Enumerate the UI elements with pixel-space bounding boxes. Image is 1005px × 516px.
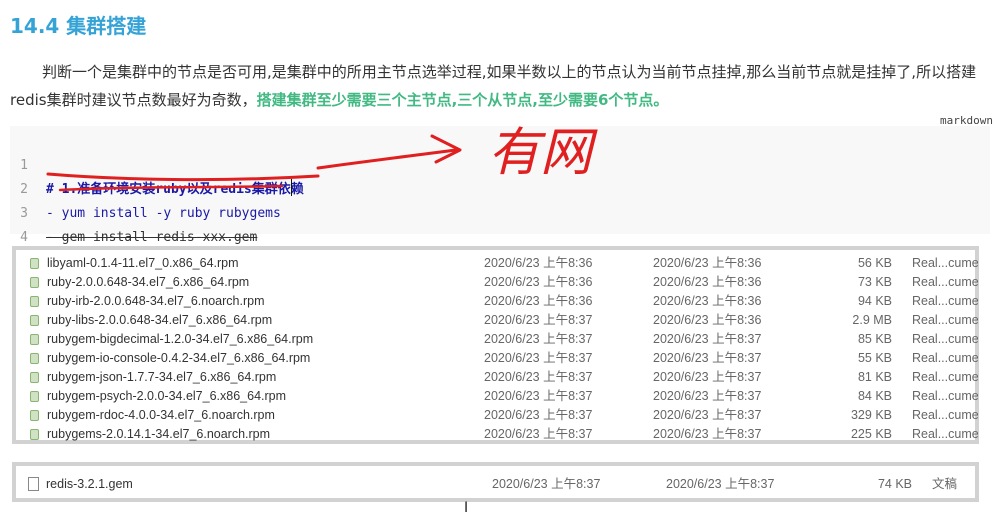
file-kind: 文稿 bbox=[932, 477, 958, 491]
file-modified: 2020/6/23 上午8:37 bbox=[484, 332, 593, 346]
file-row[interactable]: rubygem-psych-2.0.0-34.el7_6.x86_64.rpm 2… bbox=[16, 387, 978, 406]
code-text: - yum install -y ruby rubygems bbox=[46, 206, 281, 221]
file-name: ruby-2.0.0.648-34.el7_6.x86_64.rpm bbox=[47, 275, 250, 289]
file-size: 225 KB bbox=[850, 427, 892, 441]
file-kind: Real...cume bbox=[912, 313, 978, 327]
file-row[interactable]: ruby-irb-2.0.0.648-34.el7_6.noarch.rpm 20… bbox=[16, 292, 978, 311]
file-name: rubygem-bigdecimal-1.2.0-34.el7_6.x86_64… bbox=[47, 332, 314, 346]
rpm-file-icon bbox=[30, 353, 39, 364]
file-name: ruby-libs-2.0.0.648-34.el7_6.x86_64.rpm bbox=[47, 313, 273, 327]
rpm-file-icon bbox=[30, 258, 39, 269]
rpm-file-icon bbox=[30, 391, 39, 402]
file-row[interactable]: redis-3.2.1.gem 2020/6/23 上午8:37 2020/6/… bbox=[16, 474, 975, 494]
file-size: 94 KB bbox=[857, 294, 892, 308]
file-kind: Real...cume bbox=[912, 408, 978, 422]
rpm-file-icon bbox=[30, 315, 39, 326]
file-created: 2020/6/23 上午8:37 bbox=[653, 427, 762, 441]
file-row[interactable]: rubygems-2.0.14.1-34.el7_6.noarch.rpm 202… bbox=[16, 425, 978, 444]
file-kind: Real...cume bbox=[912, 332, 978, 346]
file-name: redis-3.2.1.gem bbox=[46, 477, 133, 491]
section-heading: 14.4 集群搭建 bbox=[10, 14, 147, 38]
file-row[interactable]: rubygem-bigdecimal-1.2.0-34.el7_6.x86_64… bbox=[16, 330, 978, 349]
file-created: 2020/6/23 上午8:37 bbox=[653, 408, 762, 422]
file-size: 85 KB bbox=[857, 332, 892, 346]
file-row[interactable]: libyaml-0.1.4-11.el7_0.x86_64.rpm 2020/6/… bbox=[16, 254, 978, 273]
file-size: 74 KB bbox=[877, 477, 912, 491]
file-modified: 2020/6/23 上午8:37 bbox=[484, 427, 593, 441]
file-size: 84 KB bbox=[857, 389, 892, 403]
file-modified: 2020/6/23 上午8:36 bbox=[484, 294, 593, 308]
file-row[interactable]: rubygem-io-console-0.4.2-34.el7_6.x86_64… bbox=[16, 349, 978, 368]
file-created: 2020/6/23 上午8:36 bbox=[653, 294, 762, 308]
rpm-file-icon bbox=[30, 296, 39, 307]
file-created: 2020/6/23 上午8:37 bbox=[653, 332, 762, 346]
code-line-2: 2 - yum install -y ruby rubygems bbox=[10, 154, 281, 221]
file-created: 2020/6/23 上午8:37 bbox=[653, 370, 762, 384]
code-line-3: 3 - gem install redis-xxx.gem bbox=[10, 178, 257, 245]
file-size: 329 KB bbox=[850, 408, 892, 422]
file-created: 2020/6/23 上午8:37 bbox=[653, 351, 762, 365]
code-block[interactable]: 1 # 1.准备环境安装ruby以及redis集群依赖 2 - yum inst… bbox=[10, 126, 990, 245]
gem-file-panel: redis-3.2.1.gem 2020/6/23 上午8:37 2020/6/… bbox=[12, 462, 979, 502]
file-modified: 2020/6/23 上午8:36 bbox=[484, 256, 593, 270]
file-created: 2020/6/23 上午8:36 bbox=[653, 313, 762, 327]
file-name: rubygem-io-console-0.4.2-34.el7_6.x86_64… bbox=[47, 351, 311, 365]
file-kind: Real...cume bbox=[912, 256, 978, 270]
paragraph-highlight: 搭建集群至少需要三个主节点,三个从节点,至少需要6个节点。 bbox=[256, 91, 669, 109]
file-modified: 2020/6/23 上午8:37 bbox=[484, 370, 593, 384]
file-name: libyaml-0.1.4-11.el7_0.x86_64.rpm bbox=[47, 256, 239, 270]
file-name: rubygems-2.0.14.1-34.el7_6.noarch.rpm bbox=[47, 427, 271, 441]
rpm-file-icon bbox=[30, 277, 39, 288]
file-name: rubygem-json-1.7.7-34.el7_6.x86_64.rpm bbox=[47, 370, 277, 384]
file-row[interactable]: rubygem-json-1.7.7-34.el7_6.x86_64.rpm 20… bbox=[16, 368, 978, 387]
file-kind: Real...cume bbox=[912, 427, 978, 441]
file-size: 73 KB bbox=[857, 275, 892, 289]
file-row[interactable]: ruby-libs-2.0.0.648-34.el7_6.x86_64.rpm 2… bbox=[16, 311, 978, 330]
text-caret bbox=[291, 179, 292, 196]
file-kind: Real...cume bbox=[912, 351, 978, 365]
file-modified: 2020/6/23 上午8:36 bbox=[484, 275, 593, 289]
code-line-1: 1 # 1.准备环境安装ruby以及redis集群依赖 bbox=[10, 130, 304, 197]
document-icon bbox=[28, 477, 39, 491]
file-modified: 2020/6/23 上午8:37 bbox=[492, 477, 601, 491]
code-language-label: markdown bbox=[940, 114, 993, 127]
file-size: 56 KB bbox=[857, 256, 892, 270]
file-kind: Real...cume bbox=[912, 294, 978, 308]
rpm-file-icon bbox=[30, 372, 39, 383]
file-modified: 2020/6/23 上午8:37 bbox=[484, 351, 593, 365]
file-kind: Real...cume bbox=[912, 389, 978, 403]
file-kind: Real...cume bbox=[912, 275, 978, 289]
file-modified: 2020/6/23 上午8:37 bbox=[484, 389, 593, 403]
code-line-4: 4 bbox=[10, 202, 41, 245]
text-cursor-icon: I bbox=[464, 500, 469, 516]
file-created: 2020/6/23 上午8:36 bbox=[653, 256, 762, 270]
rpm-file-icon bbox=[30, 334, 39, 345]
file-name: rubygem-rdoc-4.0.0-34.el7_6.noarch.rpm bbox=[47, 408, 275, 422]
file-modified: 2020/6/23 上午8:37 bbox=[484, 408, 593, 422]
file-created: 2020/6/23 上午8:36 bbox=[653, 275, 762, 289]
file-name: ruby-irb-2.0.0.648-34.el7_6.noarch.rpm bbox=[47, 294, 265, 308]
file-created: 2020/6/23 上午8:37 bbox=[653, 389, 762, 403]
file-modified: 2020/6/23 上午8:37 bbox=[484, 313, 593, 327]
intro-paragraph: 判断一个是集群中的节点是否可用,是集群中的所用主节点选举过程,如果半数以上的节点… bbox=[10, 58, 990, 114]
rpm-file-icon bbox=[30, 429, 39, 440]
file-created: 2020/6/23 上午8:37 bbox=[666, 477, 775, 491]
code-text: # 1.准备环境安装ruby以及redis集群依赖 bbox=[46, 182, 304, 197]
rpm-file-icon bbox=[30, 410, 39, 421]
file-name: rubygem-psych-2.0.0-34.el7_6.x86_64.rpm bbox=[47, 389, 287, 403]
file-row[interactable]: rubygem-rdoc-4.0.0-34.el7_6.noarch.rpm 20… bbox=[16, 406, 978, 425]
file-size: 81 KB bbox=[857, 370, 892, 384]
file-row[interactable]: ruby-2.0.0.648-34.el7_6.x86_64.rpm 2020/6… bbox=[16, 273, 978, 292]
file-size: 2.9 MB bbox=[852, 313, 892, 327]
file-list-panel: libyaml-0.1.4-11.el7_0.x86_64.rpm 2020/6/… bbox=[12, 246, 979, 444]
file-size: 55 KB bbox=[857, 351, 892, 365]
file-kind: Real...cume bbox=[912, 370, 978, 384]
